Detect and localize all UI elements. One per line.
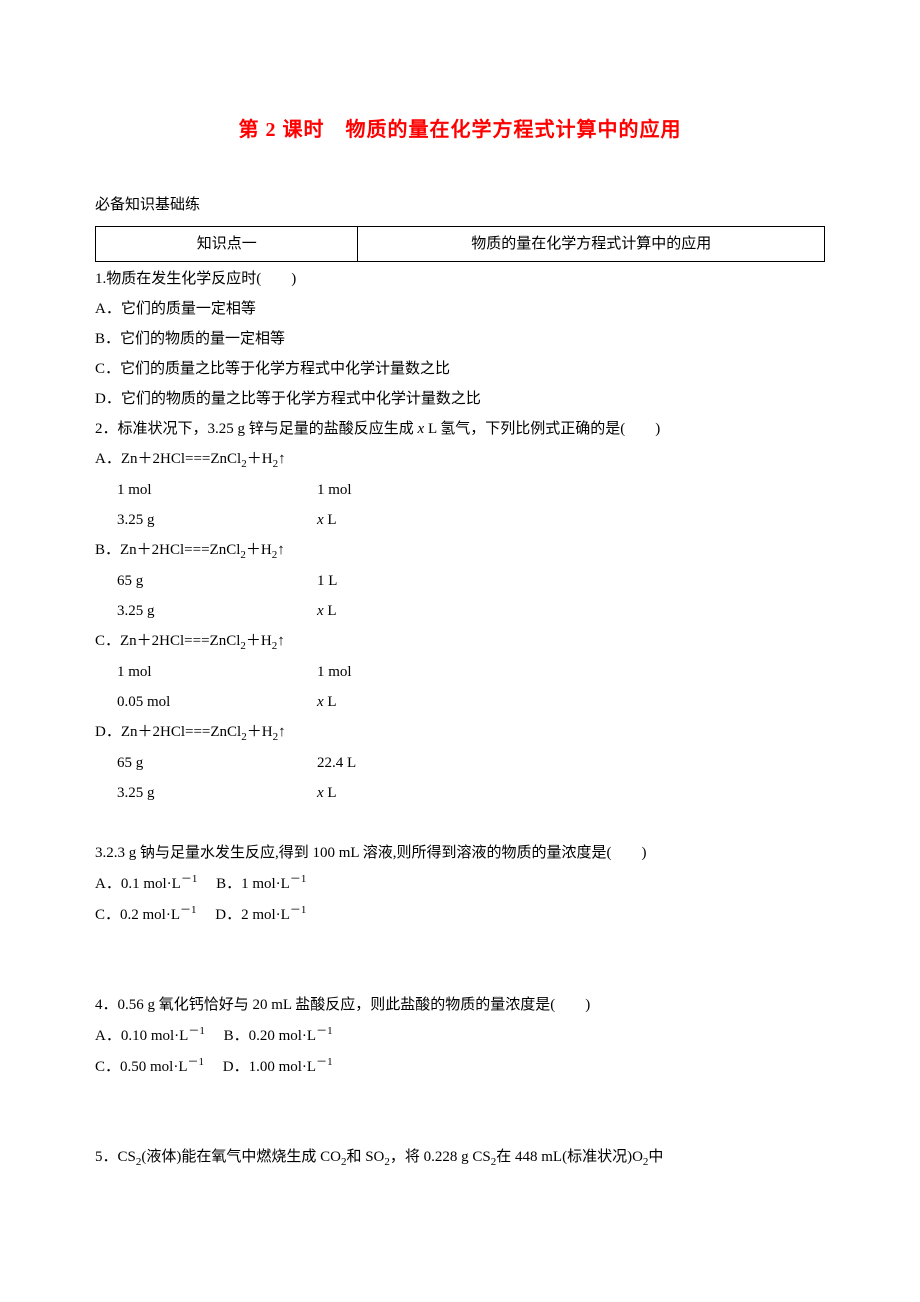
q3-opts-line1: A．0.1 mol·L－1 B．1 mol·L－1 [95,868,825,899]
spacer [95,808,825,838]
q2-opt-c-eq: C．Zn＋2HCl===ZnCl2＋H2↑ [95,626,825,657]
q4-opts-line1: A．0.10 mol·L－1 B．0.20 mol·L－1 [95,1020,825,1051]
q3-opt-d: D．2 mol·L [215,907,290,923]
spacer [95,960,825,990]
kp-right: 物质的量在化学方程式计算中的应用 [358,227,825,262]
eq-text: C．Zn＋2HCl===ZnCl [95,633,240,649]
up-arrow-icon: ↑ [277,633,285,649]
q5-b: (液体)能在氧气中燃烧生成 CO [141,1149,341,1165]
q2-opt-d-eq: D．Zn＋2HCl===ZnCl2＋H2↑ [95,717,825,748]
q5-e: 在 448 mL(标准状况)O [496,1149,643,1165]
cell: 65 g [95,748,317,778]
table-row: 知识点一 物质的量在化学方程式计算中的应用 [96,227,825,262]
q2-stem: 2．标准状况下，3.25 g 锌与足量的盐酸反应生成 x L 氢气，下列比例式正… [95,414,825,444]
exp: －1 [188,1025,205,1037]
exp: －1 [180,904,197,916]
eq-tail: ＋H [247,724,273,740]
up-arrow-icon: ↑ [278,724,286,740]
q2-opt-a-eq: A．Zn＋2HCl===ZnCl2＋H2↑ [95,444,825,475]
cell: 1 L [317,566,517,596]
knowledge-point-table: 知识点一 物质的量在化学方程式计算中的应用 [95,226,825,262]
cell: 1 mol [317,657,517,687]
exp: －1 [290,904,307,916]
exp: －1 [316,1025,333,1037]
var-x: x [317,694,324,710]
cell: 1 mol [95,657,317,687]
exp: －1 [188,1056,205,1068]
q2-stem-a: 2．标准状况下，3.25 g 锌与足量的盐酸反应生成 [95,421,418,437]
unit: L [324,785,337,801]
cell: x L [317,687,517,717]
exp: －1 [290,873,307,885]
section-label: 必备知识基础练 [95,190,825,220]
eq-text: A．Zn＋2HCl===ZnCl [95,451,241,467]
q2-a-block: 1 mol1 mol 3.25 gx L [95,475,825,535]
q5-stem: 5．CS2(液体)能在氧气中燃烧生成 CO2和 SO2，将 0.228 g CS… [95,1142,825,1173]
q1-opt-c: C．它们的质量之比等于化学方程式中化学计量数之比 [95,354,825,384]
spacer [95,1082,825,1112]
q3-stem: 3.2.3 g 钠与足量水发生反应,得到 100 mL 溶液,则所得到溶液的物质… [95,838,825,868]
up-arrow-icon: ↑ [277,542,285,558]
q1-stem: 1.物质在发生化学反应时( ) [95,264,825,294]
q5-f: 中 [648,1149,663,1165]
exp: －1 [316,1056,333,1068]
eq-text: B．Zn＋2HCl===ZnCl [95,542,240,558]
cell: 22.4 L [317,748,517,778]
unit: L [324,603,337,619]
var-x: x [317,785,324,801]
q4-opt-b: B．0.20 mol·L [224,1028,317,1044]
q1-opt-d: D．它们的物质的量之比等于化学方程式中化学计量数之比 [95,384,825,414]
q2-opt-b-eq: B．Zn＋2HCl===ZnCl2＋H2↑ [95,535,825,566]
cell: x L [317,596,517,626]
q2-c-block: 1 mol1 mol 0.05 molx L [95,657,825,717]
q4-stem: 4．0.56 g 氧化钙恰好与 20 mL 盐酸反应，则此盐酸的物质的量浓度是(… [95,990,825,1020]
eq-tail: ＋H [246,633,272,649]
cell: 65 g [95,566,317,596]
q4-opt-a: A．0.10 mol·L [95,1028,188,1044]
q4-opts-line2: C．0.50 mol·L－1 D．1.00 mol·L－1 [95,1051,825,1082]
q1-opt-b: B．它们的物质的量一定相等 [95,324,825,354]
cell: x L [317,778,517,808]
cell: 0.05 mol [95,687,317,717]
q3-opt-c: C．0.2 mol·L [95,907,180,923]
q3-opt-b: B．1 mol·L [216,876,290,892]
lesson-title: 第 2 课时 物质的量在化学方程式计算中的应用 [95,110,825,150]
cell: 3.25 g [95,778,317,808]
cell: 3.25 g [95,596,317,626]
spacer [95,930,825,960]
cell: 1 mol [317,475,517,505]
cell: 1 mol [95,475,317,505]
var-x: x [317,512,324,528]
up-arrow-icon: ↑ [278,451,286,467]
unit: L [324,512,337,528]
q5-a: 5．CS [95,1149,136,1165]
q4-opt-d: D．1.00 mol·L [223,1059,316,1075]
cell: 3.25 g [95,505,317,535]
q5-c: 和 SO [346,1149,384,1165]
spacer [95,1112,825,1142]
q3-opt-a: A．0.1 mol·L [95,876,181,892]
unit: L [324,694,337,710]
q2-b-block: 65 g1 L 3.25 gx L [95,566,825,626]
kp-left: 知识点一 [96,227,358,262]
eq-tail: ＋H [247,451,273,467]
eq-text: D．Zn＋2HCl===ZnCl [95,724,241,740]
q4-opt-c: C．0.50 mol·L [95,1059,188,1075]
q2-d-block: 65 g22.4 L 3.25 gx L [95,748,825,808]
var-x: x [317,603,324,619]
q1-opt-a: A．它们的质量一定相等 [95,294,825,324]
eq-tail: ＋H [246,542,272,558]
q2-stem-b: L 氢气，下列比例式正确的是( ) [424,421,660,437]
exp: －1 [181,873,198,885]
cell: x L [317,505,517,535]
q3-opts-line2: C．0.2 mol·L－1 D．2 mol·L－1 [95,899,825,930]
q5-d: ，将 0.228 g CS [390,1149,491,1165]
